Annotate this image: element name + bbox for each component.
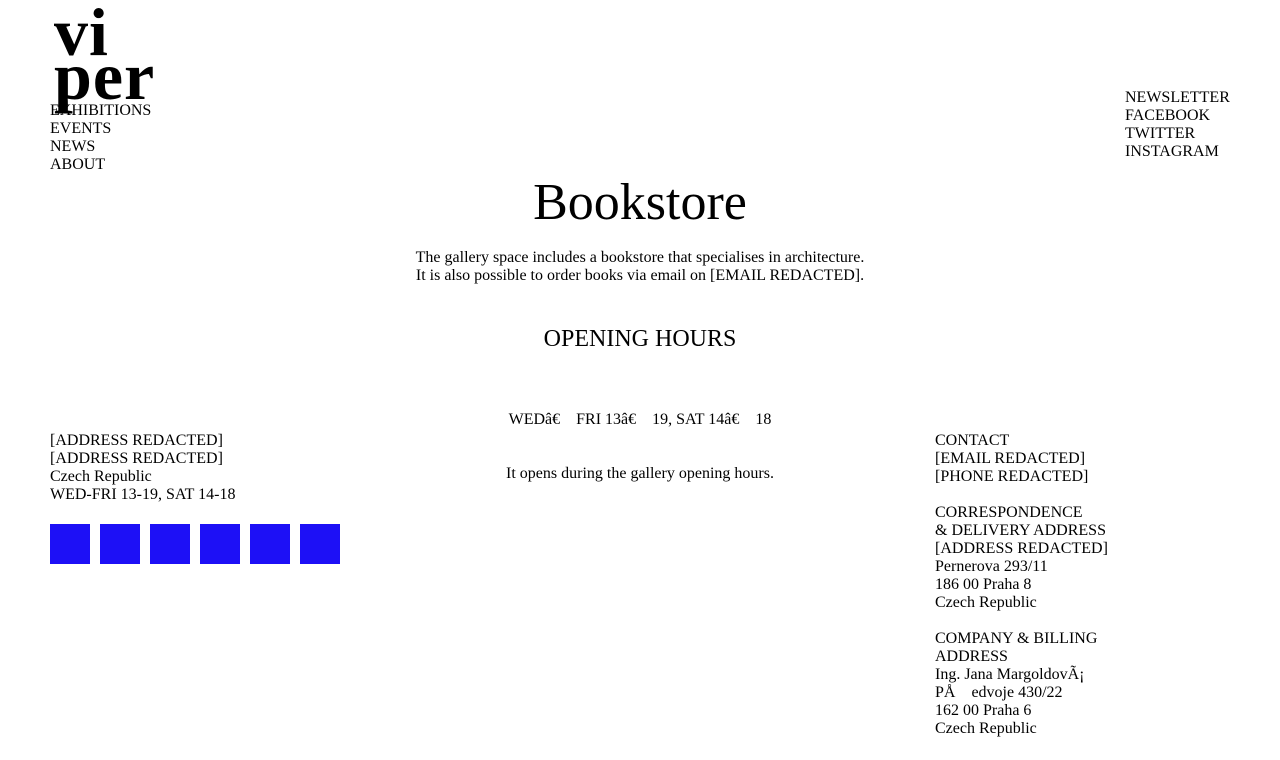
logo-line-2: per <box>54 38 156 114</box>
newsletter-link[interactable]: NEWSLETTER <box>1125 89 1230 107</box>
intro-line-1: The gallery space includes a bookstore t… <box>415 249 865 266</box>
footer-address-line-1: [ADDRESS REDACTED] <box>50 432 223 449</box>
contact-phone[interactable]: [PHONE REDACTED] <box>935 468 1235 486</box>
twitter-link[interactable]: TWITTER <box>1125 125 1230 143</box>
facebook-link[interactable]: FACEBOOK <box>1125 107 1230 125</box>
footer-country: Czech Republic <box>50 468 152 485</box>
intro-text: The gallery space includes a bookstore t… <box>0 249 1280 285</box>
nav-exhibitions-link[interactable]: EXHIBITIONS <box>50 102 151 120</box>
billing-line-1: Ing. Jana MargoldovÃ¡ <box>935 666 1085 683</box>
correspondence-line-3: 186 00 Praha 8 <box>935 576 1032 593</box>
footer-social-icons <box>50 524 340 564</box>
billing-block: COMPANY & BILLING ADDRESS Ing. Jana Marg… <box>935 630 1235 738</box>
nav-events-link[interactable]: EVENTS <box>50 120 151 138</box>
correspondence-line-4: Czech Republic <box>935 594 1037 611</box>
social-icon-4[interactable] <box>200 524 240 564</box>
contact-email[interactable]: [EMAIL REDACTED] <box>935 450 1235 468</box>
billing-line-4: Czech Republic <box>935 720 1037 737</box>
social-icon-3[interactable] <box>150 524 190 564</box>
footer-hours: WED-FRI 13-19, SAT 14-18 <box>50 486 236 503</box>
footer-address-line-2: [ADDRESS REDACTED] <box>50 450 223 467</box>
nav-about-link[interactable]: ABOUT <box>50 156 151 174</box>
billing-heading-2: ADDRESS <box>935 648 1008 665</box>
correspondence-heading-2: & DELIVERY ADDRESS <box>935 522 1106 539</box>
billing-heading-1: COMPANY & BILLING <box>935 630 1098 647</box>
billing-line-3: 162 00 Praha 6 <box>935 702 1032 719</box>
social-nav: NEWSLETTER FACEBOOK TWITTER INSTAGRAM <box>1125 89 1230 161</box>
billing-line-2: PÅ edvoje 430/22 <box>935 684 1063 701</box>
instagram-link[interactable]: INSTAGRAM <box>1125 143 1230 161</box>
intro-line-2: It is also possible to order books via e… <box>415 267 865 284</box>
social-icon-6[interactable] <box>300 524 340 564</box>
footer-contact-info: CONTACT [EMAIL REDACTED] [PHONE REDACTED… <box>935 432 1235 756</box>
contact-block: CONTACT [EMAIL REDACTED] [PHONE REDACTED… <box>935 432 1235 486</box>
social-icon-5[interactable] <box>250 524 290 564</box>
site-logo[interactable]: vi per <box>54 0 156 114</box>
correspondence-line-2: Pernerova 293/11 <box>935 558 1048 575</box>
nav-news-link[interactable]: NEWS <box>50 138 151 156</box>
correspondence-heading-1: CORRESPONDENCE <box>935 504 1083 521</box>
page-title: Bookstore <box>533 174 747 231</box>
social-icon-1[interactable] <box>50 524 90 564</box>
opening-hours-heading: OPENING HOURS <box>543 326 737 352</box>
footer-address: [ADDRESS REDACTED] [ADDRESS REDACTED] Cz… <box>50 432 235 504</box>
contact-heading: CONTACT <box>935 432 1010 449</box>
correspondence-block: CORRESPONDENCE & DELIVERY ADDRESS [ADDRE… <box>935 504 1235 612</box>
opening-hours-times: WEDâ€ FRI 13â€ 19, SAT 14â€ 18 <box>508 411 772 428</box>
correspondence-line-1: [ADDRESS REDACTED] <box>935 540 1108 557</box>
main-nav: EXHIBITIONS EVENTS NEWS ABOUT <box>50 102 151 174</box>
social-icon-2[interactable] <box>100 524 140 564</box>
